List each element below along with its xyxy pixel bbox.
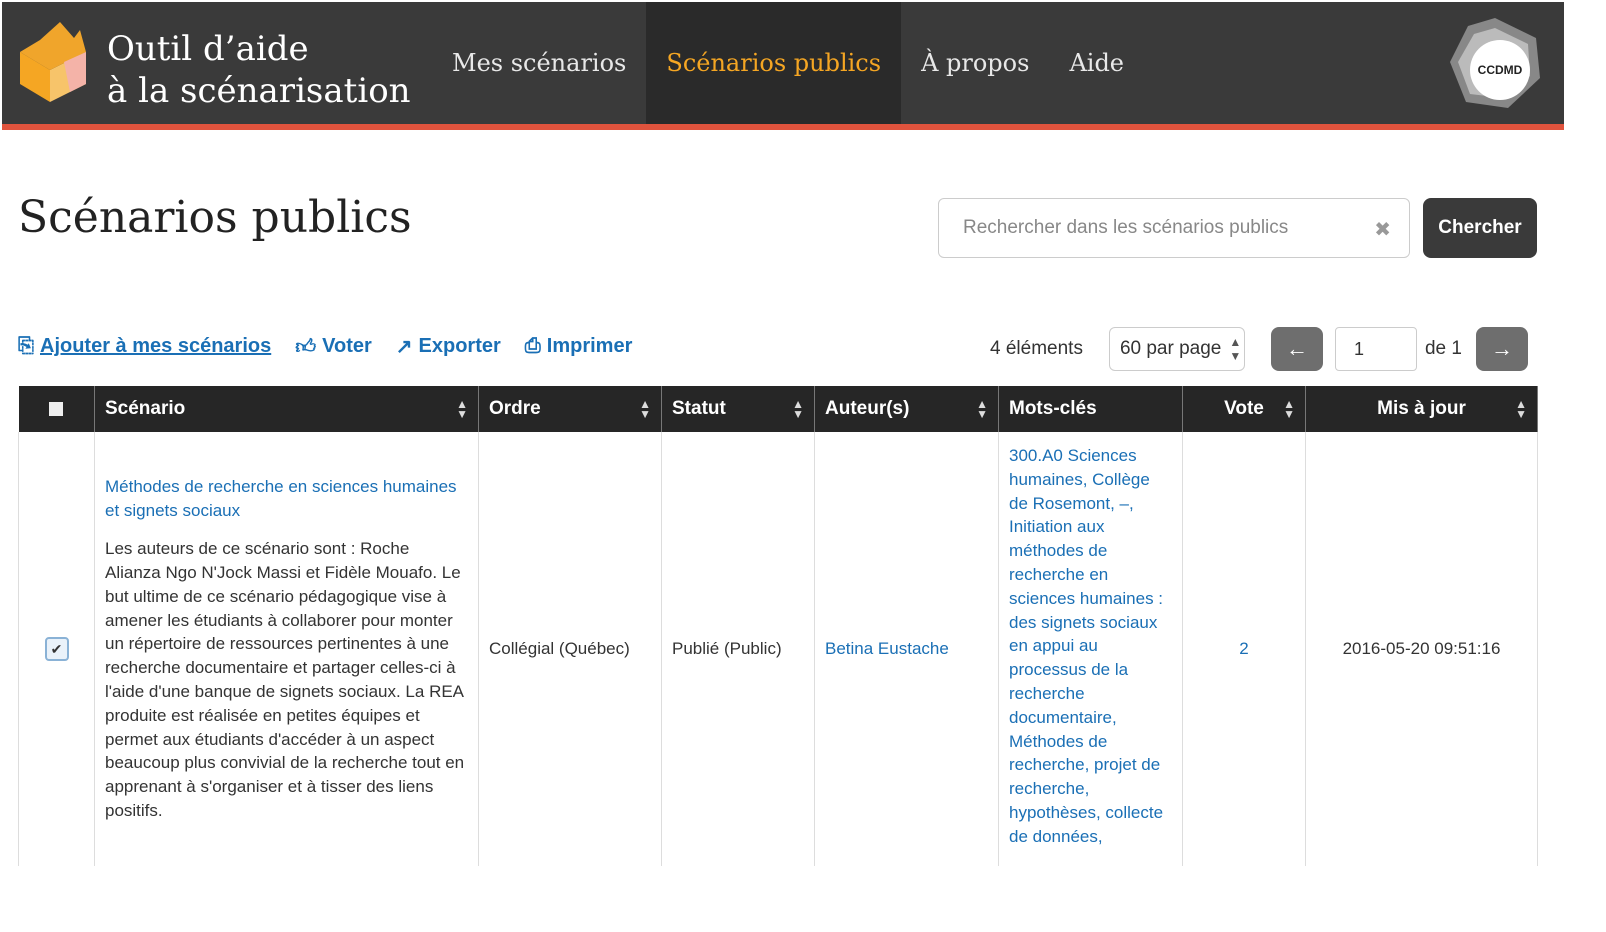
- per-page-select[interactable]: 60 par page ▲ ▼: [1108, 327, 1245, 371]
- status-value: Publié (Public): [672, 639, 782, 658]
- item-count: 4 éléments: [990, 338, 1083, 359]
- select-all-checkbox[interactable]: [49, 402, 64, 416]
- select-arrows-icon: ▲ ▼: [1229, 335, 1242, 363]
- printer-icon: ⎙: [524, 335, 541, 357]
- author-link[interactable]: Betina Eustache: [825, 639, 988, 659]
- column-header-vote[interactable]: Vote ▲ ▼: [1182, 386, 1306, 432]
- ccdmd-logo-text: CCDMD: [1478, 63, 1523, 77]
- column-header-auteurs[interactable]: Auteur(s) ▲ ▼: [814, 386, 999, 432]
- next-page-button[interactable]: →: [1475, 327, 1528, 371]
- column-label: Mis à jour: [1377, 398, 1466, 419]
- previous-page-button[interactable]: ←: [1270, 327, 1323, 371]
- nav-a-propos[interactable]: À propos: [901, 2, 1049, 124]
- table-header-row: Scénario ▲ ▼ Ordre ▲ ▼ Statut ▲ ▼ Auteur(s) ▲ ▼ …: [18, 386, 1538, 432]
- vote-link[interactable]: 👍︎ Voter: [295, 334, 372, 359]
- arrow-right-icon: →: [1490, 336, 1513, 361]
- select-all-header[interactable]: [18, 386, 95, 432]
- scenario-description: Les auteurs de ce scénario sont : Roche …: [105, 539, 465, 820]
- print-label: Imprimer: [546, 335, 633, 357]
- column-label: Vote: [1224, 398, 1264, 419]
- keywords-cell: 300.A0 Sciences humaines, Collège de Ros…: [998, 432, 1183, 866]
- keywords-links[interactable]: 300.A0 Sciences humaines, Collège de Ros…: [1009, 444, 1172, 849]
- share-icon: ↗: [395, 336, 413, 358]
- app-logo-icon[interactable]: [20, 22, 90, 106]
- main-nav: Mes scénarios Scénarios publics À propos…: [432, 2, 1144, 124]
- search-button[interactable]: Chercher: [1423, 198, 1537, 258]
- sort-icon: ▲ ▼: [639, 397, 651, 421]
- top-header: Outil d’aide à la scénarisation Mes scén…: [2, 2, 1564, 130]
- per-page-value: 60 par page: [1119, 338, 1222, 359]
- export-label: Exporter: [418, 335, 501, 357]
- page-total: de 1: [1424, 338, 1462, 359]
- add-to-my-scenarios-label: Ajouter à mes scénarios: [40, 335, 272, 357]
- column-header-scenario[interactable]: Scénario ▲ ▼: [94, 386, 479, 432]
- column-header-statut[interactable]: Statut ▲ ▼: [661, 386, 815, 432]
- column-label: Auteur(s): [825, 398, 910, 419]
- check-icon: ✔: [50, 640, 63, 657]
- ccdmd-logo-icon[interactable]: CCDMD: [1448, 16, 1542, 110]
- clear-search-icon[interactable]: ✖: [1374, 217, 1391, 242]
- brand-line-1: Outil d’aide: [107, 29, 309, 69]
- arrow-left-icon: ←: [1285, 336, 1308, 361]
- nav-scenarios-publics[interactable]: Scénarios publics: [646, 2, 902, 124]
- vote-count-link[interactable]: 2: [1193, 639, 1295, 659]
- order-value: Collégial (Québec): [489, 639, 630, 658]
- column-label: Scénario: [105, 398, 186, 419]
- print-link[interactable]: ⎙ Imprimer: [525, 334, 633, 359]
- column-header-mis-a-jour[interactable]: Mis à jour ▲ ▼: [1305, 386, 1538, 432]
- vote-label: Voter: [322, 335, 372, 357]
- row-select-cell: ✔: [18, 432, 95, 866]
- sort-icon: ▲ ▼: [976, 397, 988, 421]
- column-header-ordre[interactable]: Ordre ▲ ▼: [478, 386, 662, 432]
- search-box: ✖: [938, 198, 1410, 258]
- scenario-title-link[interactable]: Méthodes de recherche en sciences humain…: [105, 475, 468, 523]
- sort-icon: ▲ ▼: [1515, 397, 1527, 421]
- status-cell: Publié (Public): [661, 432, 815, 866]
- updated-cell: 2016-05-20 09:51:16: [1305, 432, 1538, 866]
- sort-icon: ▲ ▼: [456, 397, 468, 421]
- column-label: Ordre: [489, 398, 541, 419]
- sort-icon: ▲ ▼: [792, 397, 804, 421]
- column-label: Statut: [672, 398, 726, 419]
- export-link[interactable]: ↗ Exporter: [396, 334, 501, 359]
- action-bar: ⎘ Ajouter à mes scénarios 👍︎ Voter ↗ Exp…: [18, 334, 632, 359]
- pagination: 4 éléments 60 par page ▲ ▼ ← 1 de 1 →: [990, 326, 1528, 372]
- vote-cell: 2: [1182, 432, 1306, 866]
- copy-icon: ⎘: [18, 335, 34, 357]
- app-brand[interactable]: Outil d’aide à la scénarisation: [107, 28, 411, 112]
- search-input[interactable]: [961, 216, 1345, 240]
- author-cell: Betina Eustache: [814, 432, 999, 866]
- row-checkbox[interactable]: ✔: [44, 637, 69, 661]
- updated-value: 2016-05-20 09:51:16: [1342, 639, 1501, 658]
- page-title: Scénarios publics: [18, 192, 412, 243]
- brand-line-2: à la scénarisation: [107, 71, 411, 111]
- add-to-my-scenarios-link[interactable]: ⎘ Ajouter à mes scénarios: [18, 334, 271, 359]
- column-label: Mots-clés: [1009, 398, 1097, 419]
- thumbs-up-icon: 👍︎: [295, 335, 317, 358]
- column-header-mots-cles: Mots-clés: [998, 386, 1183, 432]
- page-number-input[interactable]: 1: [1334, 327, 1417, 371]
- nav-aide[interactable]: Aide: [1049, 2, 1144, 124]
- table-row: ✔ Méthodes de recherche en sciences huma…: [18, 432, 1538, 866]
- scenario-cell: Méthodes de recherche en sciences humain…: [94, 432, 479, 866]
- order-cell: Collégial (Québec): [478, 432, 662, 866]
- nav-mes-scenarios[interactable]: Mes scénarios: [432, 2, 646, 124]
- scenarios-table: Scénario ▲ ▼ Ordre ▲ ▼ Statut ▲ ▼ Auteur(s) ▲ ▼ …: [18, 386, 1538, 866]
- sort-icon: ▲ ▼: [1283, 397, 1295, 421]
